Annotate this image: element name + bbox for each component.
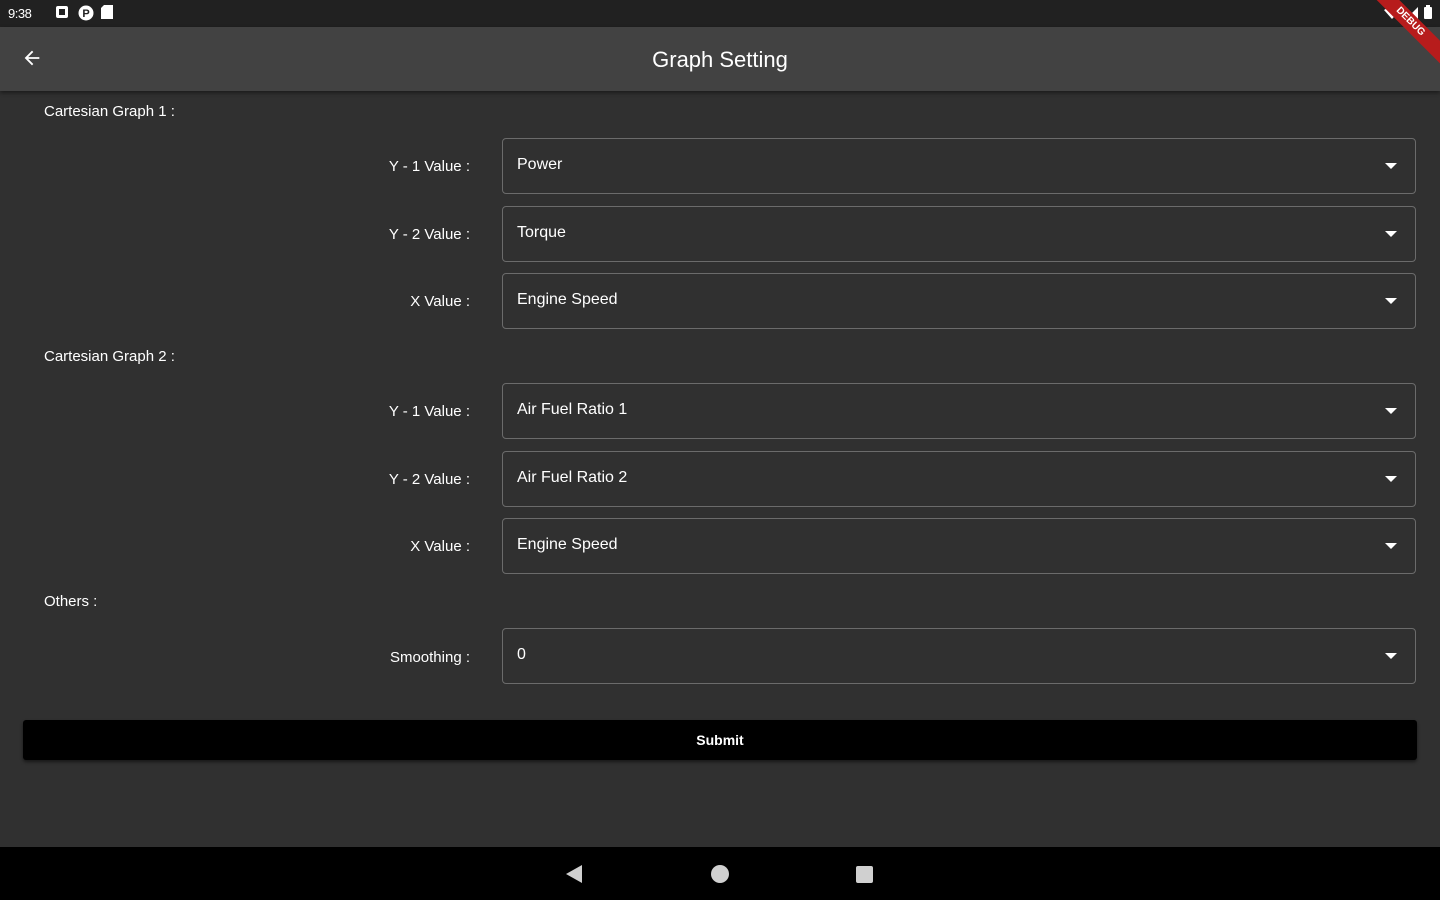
graph1-x-dropdown[interactable]: Engine Speed [502,273,1416,329]
nav-home-icon[interactable] [711,865,729,883]
graph2-x-label: X Value : [410,538,470,555]
smoothing-dropdown[interactable]: 0 [502,628,1416,684]
section-title-graph2: Cartesian Graph 2 : [44,348,175,365]
graph1-y2-label: Y - 2 Value : [388,226,470,243]
graph2-y1-label: Y - 1 Value : [388,403,470,420]
section-title-graph1: Cartesian Graph 1 : [44,103,175,120]
section-title-others: Others : [44,593,98,610]
dropdown-value: Power [517,156,563,173]
p-badge-icon: P [78,5,94,21]
dropdown-arrow-icon [1385,163,1397,169]
graph1-y1-label: Y - 1 Value : [388,158,470,175]
nav-recents-icon[interactable] [856,866,873,883]
dropdown-value: Air Fuel Ratio 2 [517,469,628,486]
dropdown-arrow-icon [1385,476,1397,482]
submit-button[interactable]: Submit [23,720,1417,760]
graph1-x-label: X Value : [410,293,470,310]
notification-icon [55,5,69,19]
dropdown-value: Engine Speed [517,536,618,553]
dropdown-value: Air Fuel Ratio 1 [517,401,628,418]
status-time: 9:38 [8,6,32,21]
graph2-y1-dropdown[interactable]: Air Fuel Ratio 1 [502,383,1416,439]
sd-card-icon [101,5,115,19]
dropdown-arrow-icon [1385,408,1397,414]
dropdown-arrow-icon [1385,653,1397,659]
dropdown-value: Torque [517,224,566,241]
dropdown-arrow-icon [1385,231,1397,237]
graph1-y1-dropdown[interactable]: Power [502,138,1416,194]
graph2-y2-dropdown[interactable]: Air Fuel Ratio 2 [502,451,1416,507]
graph2-y2-label: Y - 2 Value : [388,471,470,488]
dropdown-arrow-icon [1385,298,1397,304]
dropdown-arrow-icon [1385,543,1397,549]
app-bar: Graph Setting [0,27,1440,91]
dropdown-value: Engine Speed [517,291,618,308]
status-bar: 9:38 P [0,0,1440,27]
dropdown-value: 0 [517,646,526,663]
smoothing-label: Smoothing : [389,649,470,666]
page-title: Graph Setting [652,47,788,72]
battery-icon [1424,5,1432,24]
graph2-x-dropdown[interactable]: Engine Speed [502,518,1416,574]
graph1-y2-dropdown[interactable]: Torque [502,206,1416,262]
navigation-bar [0,847,1440,900]
status-icons-left: P [55,5,115,21]
submit-label: Submit [696,732,744,748]
nav-back-icon[interactable] [566,865,582,883]
svg-text:P: P [82,8,89,20]
